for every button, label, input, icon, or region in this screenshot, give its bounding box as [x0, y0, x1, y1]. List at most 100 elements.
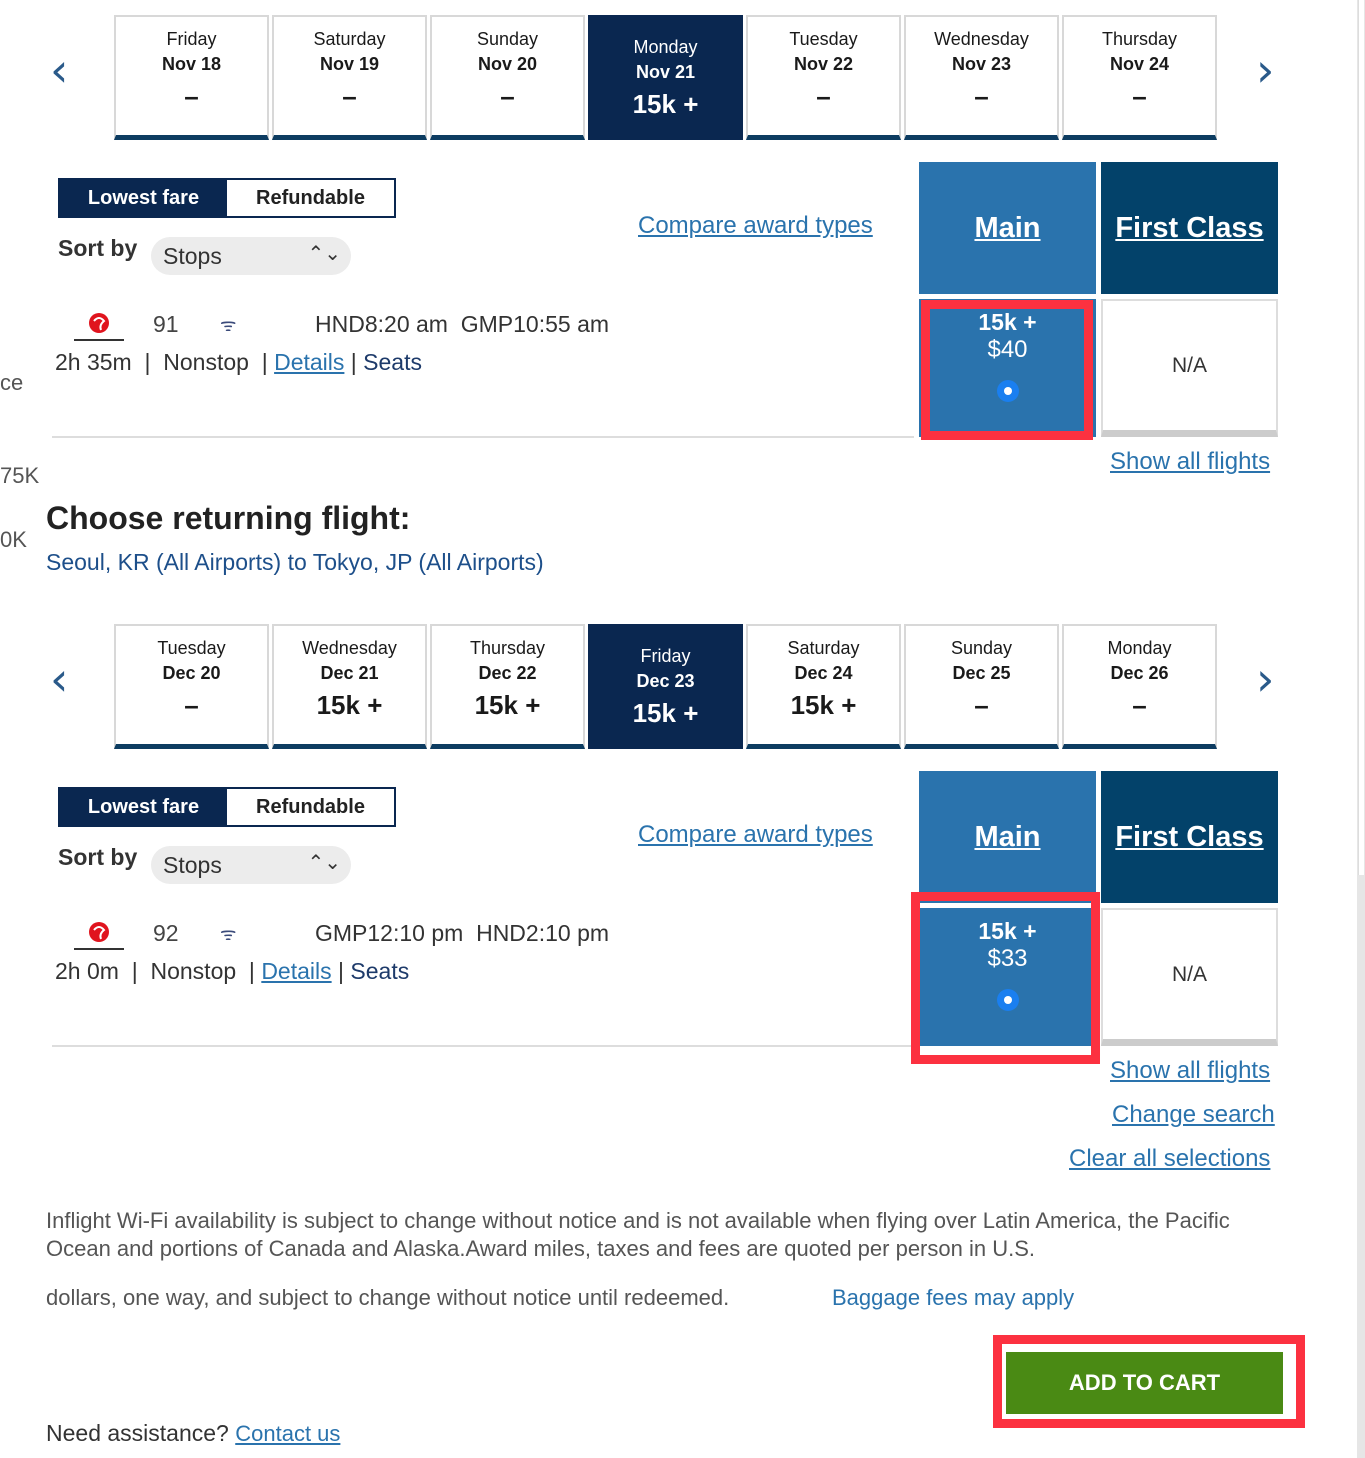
- clear-selections-link[interactable]: Clear all selections: [1069, 1145, 1270, 1173]
- divider: [52, 1045, 914, 1047]
- date-tile[interactable]: Saturday Dec 24 15k +: [746, 624, 901, 749]
- sort-select[interactable]: Stops ⌃⌄: [151, 846, 351, 884]
- first-class-fare-cell[interactable]: N/A: [1101, 908, 1278, 1046]
- date-price: –: [184, 690, 199, 720]
- date-tile[interactable]: Friday Nov 18 –: [114, 15, 269, 140]
- change-search-link[interactable]: Change search: [1112, 1101, 1275, 1129]
- date-tile[interactable]: Sunday Dec 25 –: [904, 624, 1059, 749]
- stops: Nonstop: [150, 958, 237, 984]
- returning-section: ‹ › Tuesday Dec 20 – Wednesday Dec 21 15k…: [0, 624, 1365, 1224]
- date-tile[interactable]: Thursday Nov 24 –: [1062, 15, 1217, 140]
- refundable-tab[interactable]: Refundable: [227, 180, 394, 216]
- date-tile[interactable]: Wednesday Dec 21 15k +: [272, 624, 427, 749]
- date-day: Saturday: [313, 29, 386, 49]
- wifi-icon: ᯤ: [220, 315, 237, 335]
- date-tile[interactable]: Monday Nov 21 15k +: [588, 15, 743, 140]
- flight-info: 2h 0m | Nonstop | Details | Seats: [55, 958, 410, 984]
- date-tile[interactable]: Saturday Nov 19 –: [272, 15, 427, 140]
- depart-time: 12:10 pm: [367, 920, 464, 946]
- date-day: Friday: [166, 29, 217, 49]
- sort-label: Sort by: [58, 844, 138, 870]
- compare-award-types-link[interactable]: Compare award types: [638, 821, 873, 849]
- first-class-column-header[interactable]: First Class: [1101, 162, 1278, 294]
- contact-us-link[interactable]: Contact us: [235, 1421, 340, 1446]
- date-price: 15k +: [790, 690, 857, 720]
- date-tile[interactable]: Friday Dec 23 15k +: [588, 624, 743, 749]
- arrive-time: 2:10 pm: [525, 920, 610, 946]
- date-day: Monday: [1107, 638, 1172, 658]
- date-price: 15k +: [474, 690, 541, 720]
- depart-airport: HND: [315, 311, 365, 337]
- depart-airport: GMP: [315, 920, 368, 946]
- duration: 2h 0m: [55, 958, 119, 984]
- arrive-airport: GMP: [460, 311, 514, 337]
- date-price: 15k +: [632, 698, 699, 728]
- stops: Nonstop: [163, 349, 249, 375]
- returning-route: Seoul, KR (All Airports) to Tokyo, JP (A…: [46, 549, 544, 575]
- add-to-cart-button[interactable]: ADD TO CART: [1006, 1352, 1283, 1414]
- date-day: Saturday: [787, 638, 860, 658]
- date-date: Dec 22: [478, 663, 537, 683]
- next-dates-arrow-icon[interactable]: ›: [1256, 656, 1274, 702]
- disclaimer: Inflight Wi-Fi availability is subject t…: [46, 1208, 1230, 1261]
- date-price: –: [974, 81, 989, 111]
- help-label: Need assistance?: [46, 1420, 229, 1446]
- date-tile[interactable]: Thursday Dec 22 15k +: [430, 624, 585, 749]
- compare-award-types-link[interactable]: Compare award types: [638, 212, 873, 240]
- date-date: Dec 24: [794, 663, 853, 683]
- details-link[interactable]: Details: [274, 349, 344, 375]
- flight-info: 2h 35m | Nonstop | Details | Seats: [55, 349, 422, 375]
- highlight-box: [921, 300, 1093, 440]
- date-day: Wednesday: [934, 29, 1029, 49]
- baggage-fees-link[interactable]: Baggage fees may apply: [832, 1285, 1074, 1311]
- date-day: Friday: [640, 646, 691, 666]
- show-all-flights-link[interactable]: Show all flights: [1110, 1057, 1270, 1085]
- date-date: Dec 21: [320, 663, 379, 683]
- date-tile[interactable]: Monday Dec 26 –: [1062, 624, 1217, 749]
- date-date: Nov 24: [1109, 54, 1170, 74]
- date-day: Thursday: [469, 638, 546, 658]
- main-column-header[interactable]: Main: [919, 162, 1096, 294]
- disclaimer-cont: dollars, one way, and subject to change …: [46, 1285, 730, 1310]
- prev-dates-arrow-icon[interactable]: ‹: [50, 656, 68, 702]
- fare-toggle: Lowest fare Refundable: [58, 787, 396, 827]
- help-text: Need assistance? Contact us: [46, 1420, 340, 1447]
- japan-airlines-logo-icon: [74, 922, 124, 950]
- first-class-fare-cell[interactable]: N/A: [1101, 299, 1278, 437]
- first-class-column-header[interactable]: First Class: [1101, 771, 1278, 903]
- date-tile[interactable]: Wednesday Nov 23 –: [904, 15, 1059, 140]
- details-link[interactable]: Details: [261, 958, 331, 984]
- seats-link[interactable]: Seats: [363, 349, 422, 375]
- arrive-time: 10:55 am: [513, 311, 610, 337]
- depart-time: 8:20 am: [364, 311, 448, 337]
- date-tile[interactable]: Tuesday Nov 22 –: [746, 15, 901, 140]
- date-day: Tuesday: [157, 638, 226, 658]
- divider: [52, 436, 914, 438]
- date-tile[interactable]: Sunday Nov 20 –: [430, 15, 585, 140]
- sort-value: Stops: [163, 852, 222, 878]
- date-day: Sunday: [476, 29, 539, 49]
- date-day: Wednesday: [302, 638, 397, 658]
- seats-link[interactable]: Seats: [350, 958, 409, 984]
- date-price: –: [184, 81, 199, 111]
- date-day: Tuesday: [789, 29, 858, 49]
- date-price: –: [1132, 81, 1147, 111]
- lowest-fare-tab[interactable]: Lowest fare: [60, 180, 227, 216]
- date-price: –: [500, 81, 515, 111]
- refundable-tab[interactable]: Refundable: [227, 789, 394, 825]
- show-all-flights-link[interactable]: Show all flights: [1110, 448, 1270, 476]
- date-price: –: [974, 690, 989, 720]
- flight-times: GMP12:10 pm HND2:10 pm: [315, 920, 609, 947]
- date-day: Monday: [633, 37, 698, 57]
- date-date: Nov 23: [951, 54, 1012, 74]
- date-date: Nov 21: [635, 62, 696, 82]
- prev-dates-arrow-icon[interactable]: ‹: [50, 47, 68, 93]
- main-column-header[interactable]: Main: [919, 771, 1096, 903]
- date-date: Nov 20: [477, 54, 538, 74]
- chevron-updown-icon: ⌃⌄: [307, 243, 341, 265]
- lowest-fare-tab[interactable]: Lowest fare: [60, 789, 227, 825]
- sort-value: Stops: [163, 243, 222, 269]
- next-dates-arrow-icon[interactable]: ›: [1256, 47, 1274, 93]
- date-tile[interactable]: Tuesday Dec 20 –: [114, 624, 269, 749]
- sort-select[interactable]: Stops ⌃⌄: [151, 237, 351, 275]
